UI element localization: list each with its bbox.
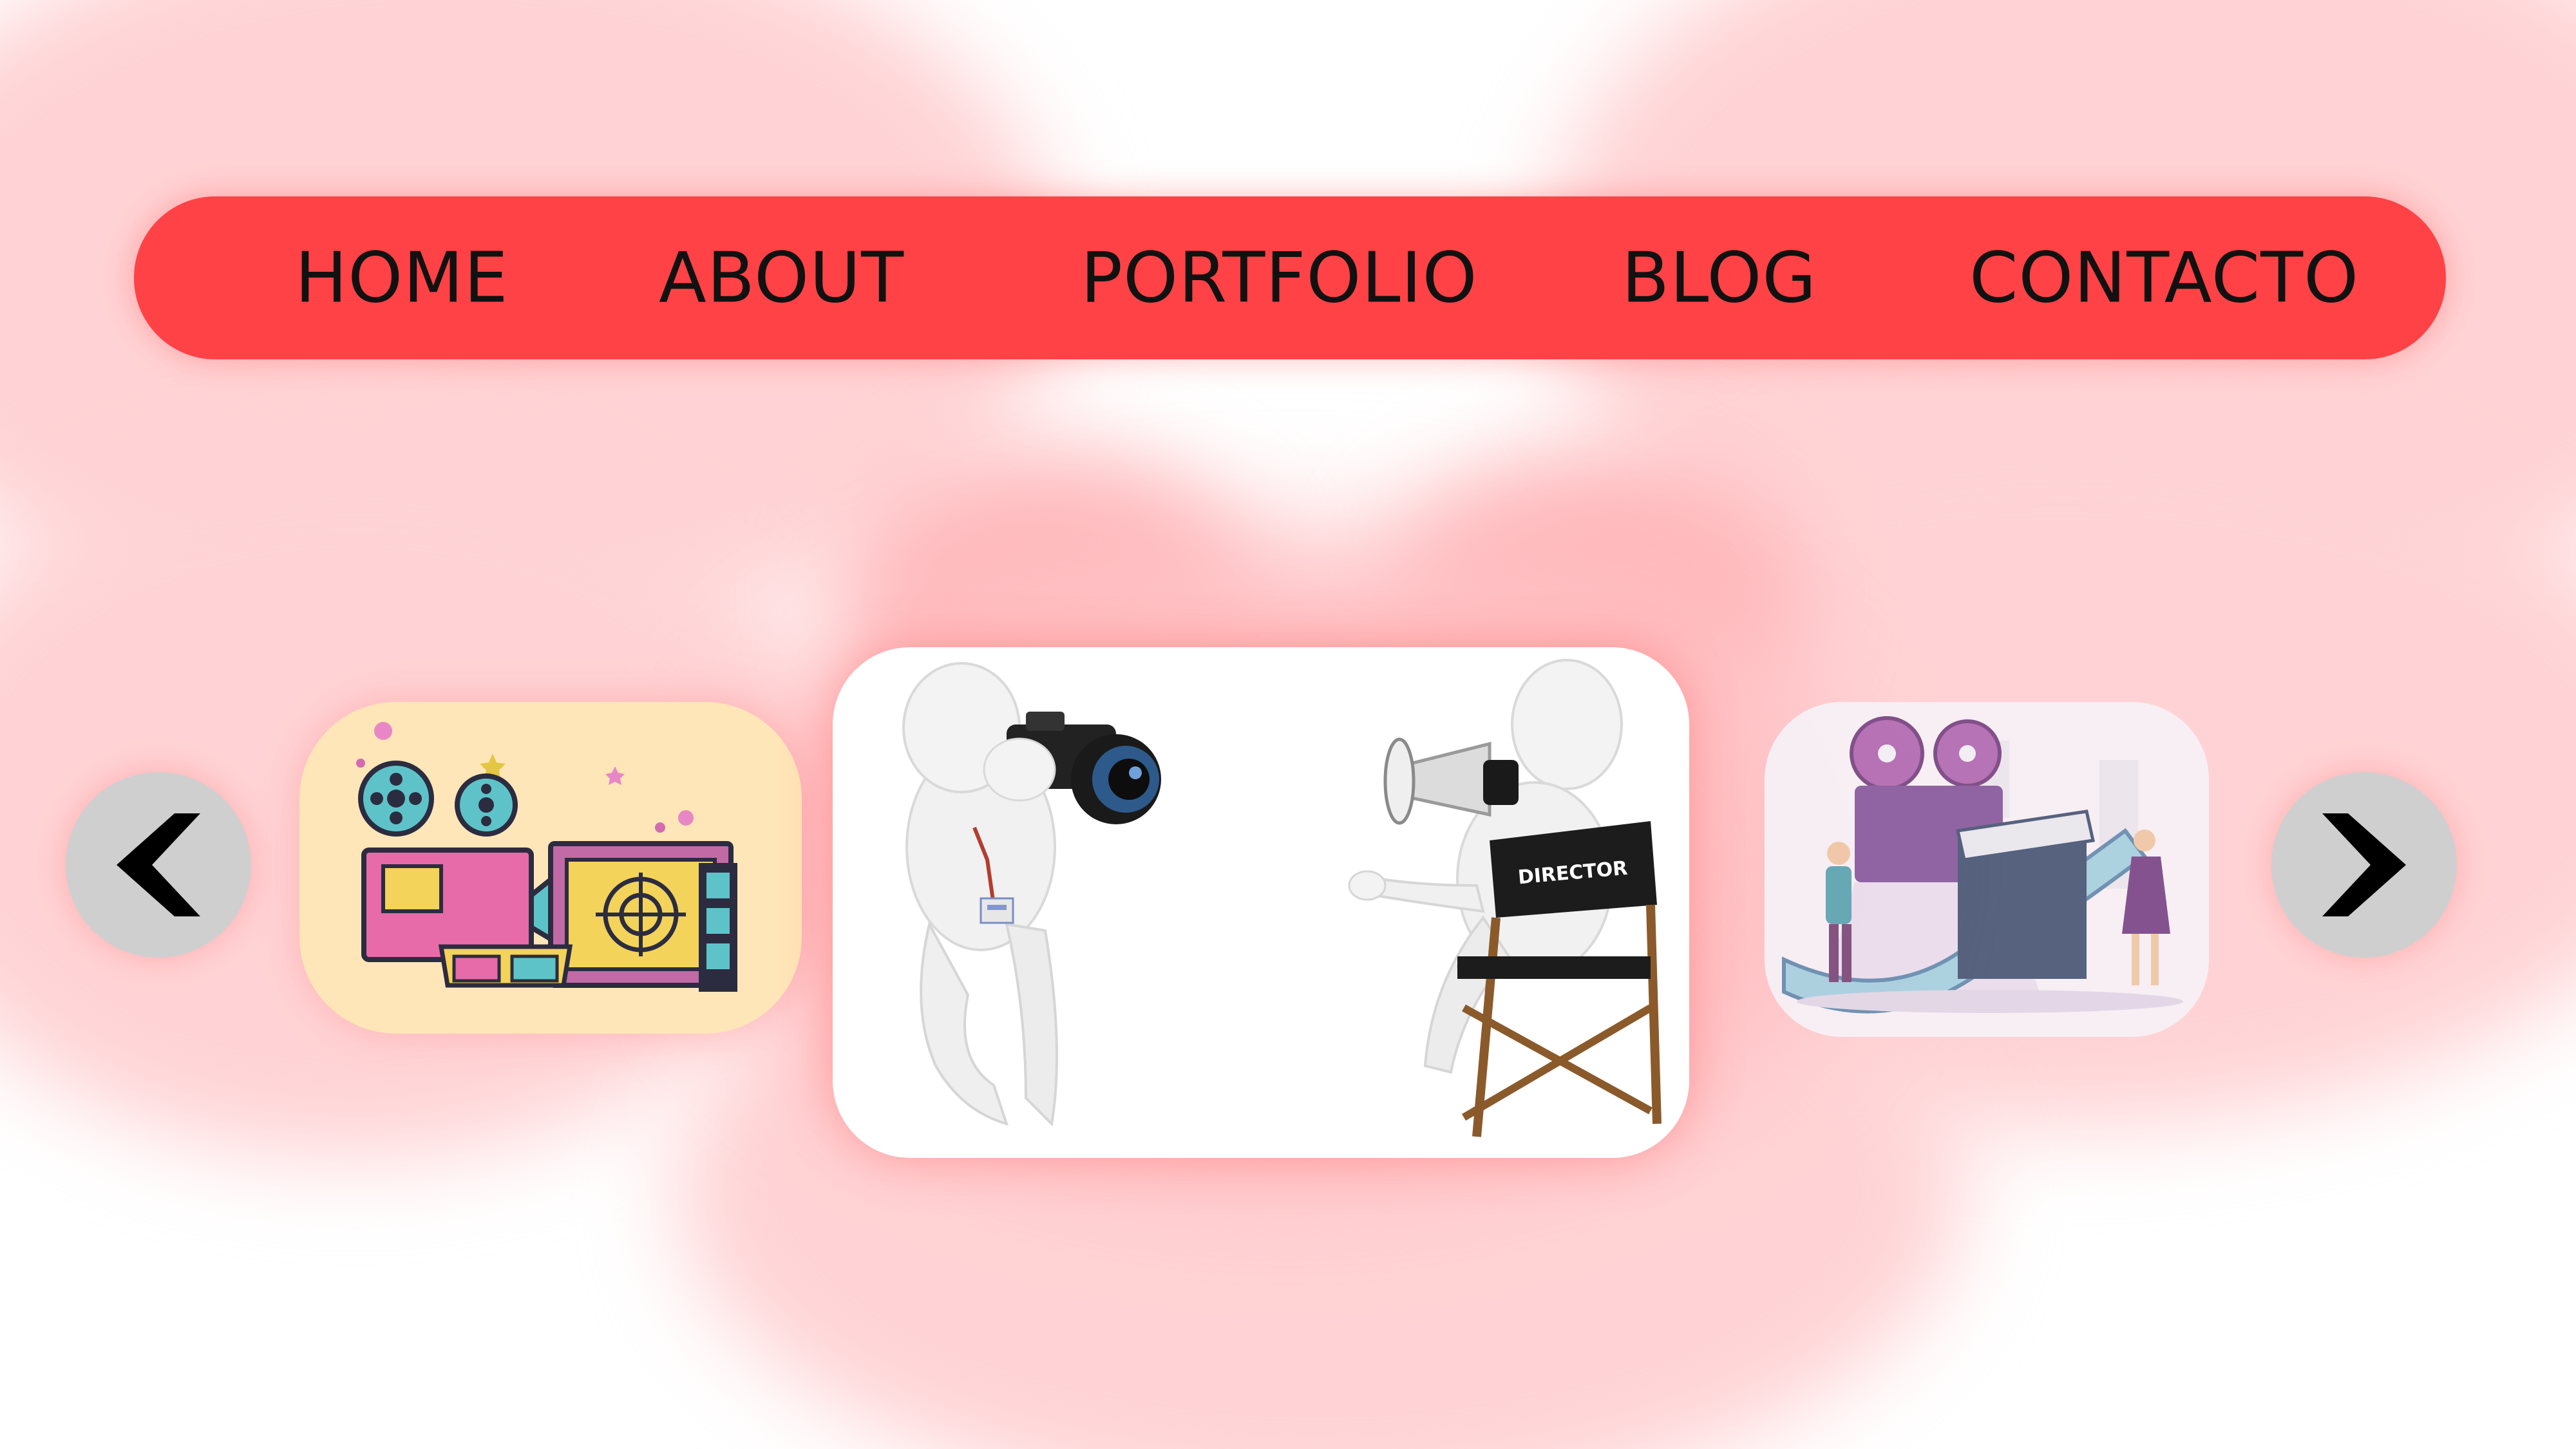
nav-item-blog[interactable]: BLOG [1622,238,1817,318]
top-navigation: HOME ABOUT PORTFOLIO BLOG CONTACTO [134,196,2446,359]
carousel-slide-filming[interactable]: DIRECTOR [833,647,1689,1158]
film-crew-illustration [1782,716,2183,1014]
photographer-figure [902,662,1161,1127]
carousel-slide-filmcrew[interactable] [1765,702,2209,1037]
cinema-illustration [356,722,737,992]
photographer-director-illustration: DIRECTOR [902,659,1662,1137]
nav-item-about[interactable]: ABOUT [659,238,904,318]
nav-item-portfolio[interactable]: PORTFOLIO [1081,238,1477,318]
carousel-prev-button[interactable] [66,772,251,958]
nav-item-contacto[interactable]: CONTACTO [1969,238,2359,318]
chevron-right-icon [2322,813,2406,916]
carousel-slide-cinema[interactable] [299,702,802,1034]
director-figure: DIRECTOR [1348,659,1662,1137]
chevron-left-icon [117,813,200,916]
nav-item-home[interactable]: HOME [295,238,509,318]
carousel-next-button[interactable] [2271,772,2457,958]
